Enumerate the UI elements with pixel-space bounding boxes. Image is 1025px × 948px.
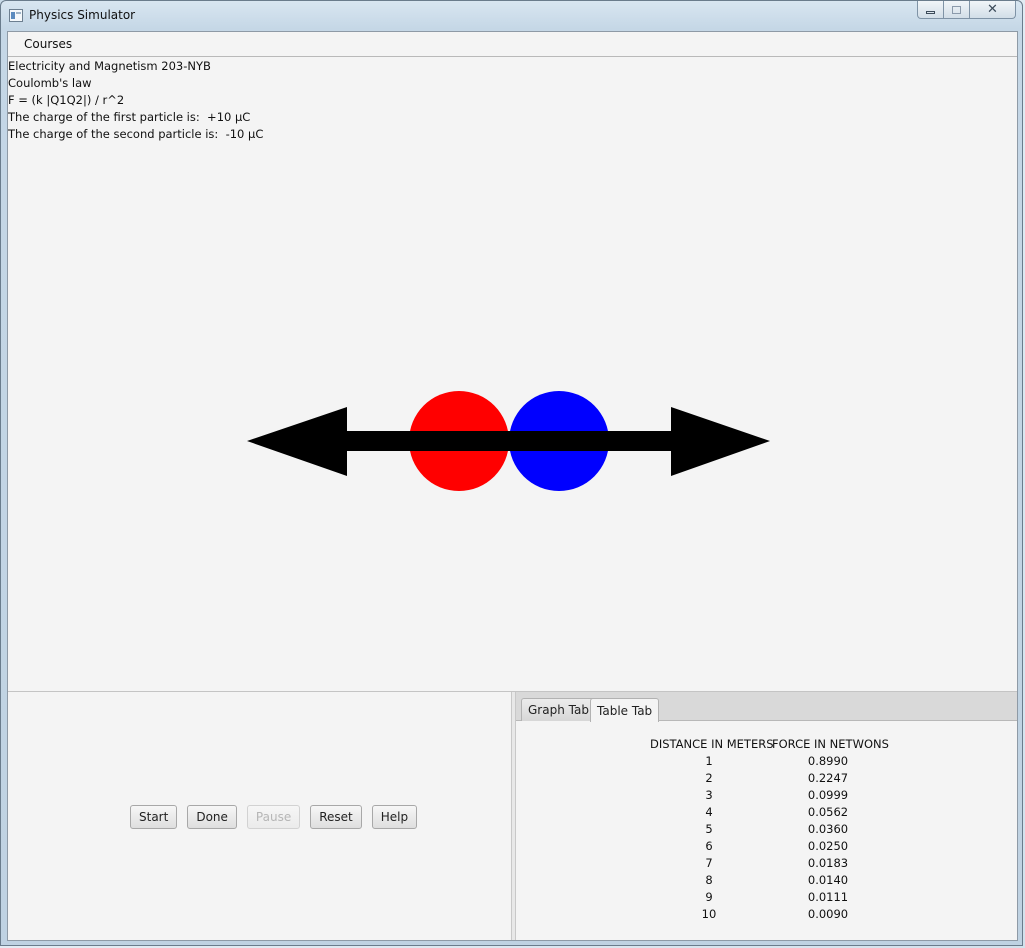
title-bar[interactable]: Physics Simulator ✕ [1, 1, 1022, 31]
maximize-icon [952, 5, 961, 14]
start-button[interactable]: Start [130, 805, 178, 829]
cell-force: 0.8990 [807, 754, 849, 768]
table-row: 9 0.0111 [516, 890, 1017, 907]
done-button[interactable]: Done [187, 805, 237, 829]
table-row: 8 0.0140 [516, 873, 1017, 890]
cell-distance: 7 [705, 856, 713, 870]
close-button[interactable]: ✕ [970, 1, 1016, 19]
cell-distance: 3 [705, 788, 713, 802]
table-row: 1 0.8990 [516, 754, 1017, 771]
table-row: 6 0.0250 [516, 839, 1017, 856]
cell-distance: 6 [705, 839, 713, 853]
table-row: 4 0.0562 [516, 805, 1017, 822]
cell-force: 0.0999 [807, 788, 849, 802]
cell-force: 0.0562 [807, 805, 849, 819]
minimize-icon [926, 10, 935, 14]
cell-distance: 2 [705, 771, 713, 785]
bottom-panel: Start Done Pause Reset Help Graph Tab Ta… [8, 691, 1017, 940]
window-controls: ✕ [917, 1, 1016, 20]
cell-force: 0.2247 [807, 771, 849, 785]
close-icon: ✕ [987, 2, 998, 17]
reset-button[interactable]: Reset [310, 805, 362, 829]
app-window: Physics Simulator ✕ Courses Electricity … [0, 0, 1023, 946]
app-icon [9, 9, 23, 22]
tab-bar: Graph Tab Table Tab [516, 692, 1017, 722]
results-pane: Graph Tab Table Tab DISTANCE IN METERS F… [516, 692, 1017, 940]
table-header: DISTANCE IN METERS FORCE IN NETWONS [516, 737, 1017, 754]
help-button[interactable]: Help [371, 805, 418, 829]
column-header-force: FORCE IN NETWONS [772, 737, 889, 751]
client-area: Courses Electricity and Magnetism 203-NY… [7, 31, 1018, 941]
cell-distance: 5 [705, 822, 713, 836]
pause-button[interactable]: Pause [246, 805, 301, 829]
force-arrow-shaft [347, 431, 671, 451]
minimize-button[interactable] [917, 1, 944, 19]
cell-distance: 4 [705, 805, 713, 819]
cell-distance: 9 [705, 890, 713, 904]
table-row: 10 0.0090 [516, 907, 1017, 924]
table-row: 7 0.0183 [516, 856, 1017, 873]
table-row: 2 0.2247 [516, 771, 1017, 788]
cell-force: 0.0360 [807, 822, 849, 836]
control-buttons: Start Done Pause Reset Help [130, 805, 418, 829]
tab-graph[interactable]: Graph Tab [521, 698, 596, 721]
cell-distance: 1 [705, 754, 713, 768]
controls-pane: Start Done Pause Reset Help [8, 692, 511, 940]
table-row: 5 0.0360 [516, 822, 1017, 839]
simulation-canvas [247, 391, 770, 491]
cell-force: 0.0111 [807, 890, 849, 904]
cell-force: 0.0090 [807, 907, 849, 921]
window-title: Physics Simulator [29, 8, 136, 22]
table-row: 3 0.0999 [516, 788, 1017, 805]
cell-distance: 10 [701, 907, 717, 921]
maximize-button[interactable] [944, 1, 970, 19]
cell-force: 0.0140 [807, 873, 849, 887]
tab-table[interactable]: Table Tab [590, 698, 660, 722]
cell-force: 0.0250 [807, 839, 849, 853]
cell-distance: 8 [705, 873, 713, 887]
column-header-distance: DISTANCE IN METERS [650, 737, 774, 751]
cell-force: 0.0183 [807, 856, 849, 870]
